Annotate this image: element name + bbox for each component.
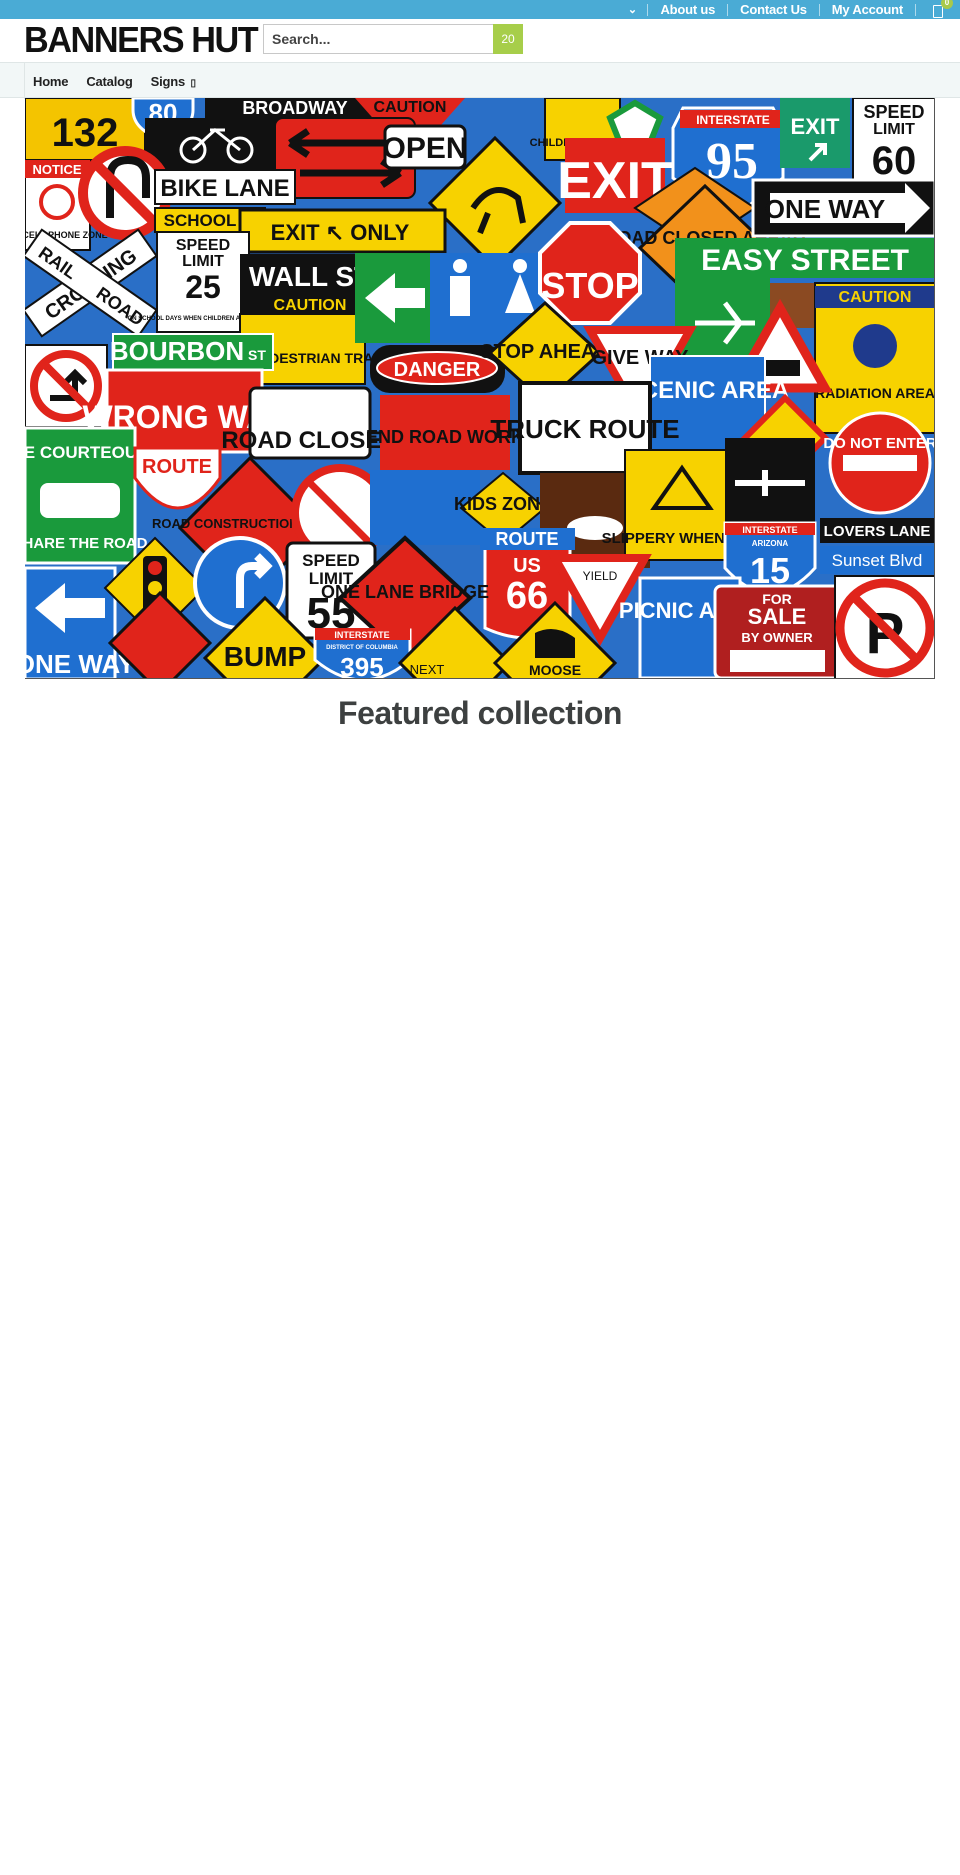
chevron-down-icon[interactable]: ⌄	[623, 3, 647, 16]
sign-stop-ahead: STOP AHEAD	[480, 341, 610, 363]
sign-radiation: RADIATION AREA	[815, 385, 935, 401]
nav-item-home[interactable]: Home	[33, 74, 69, 89]
cart-button[interactable]: 0	[916, 0, 960, 19]
sign-danger: DANGER	[394, 359, 481, 381]
nav-item-catalog[interactable]: Catalog	[86, 74, 132, 89]
sign-route66-l2: US	[513, 555, 541, 577]
sign-speed55-l1: SPEED	[302, 551, 360, 570]
sign-speed60-l3: 60	[872, 139, 917, 183]
sign-stop: STOP	[541, 265, 638, 306]
sign-132: 132	[52, 111, 119, 155]
search-button-label: 20	[501, 32, 515, 46]
cart-count-badge: 0	[941, 0, 953, 9]
sign-exit-only: EXIT ↖ ONLY	[271, 220, 410, 245]
nav-items: Home Catalog Signs ▯	[24, 63, 214, 99]
sign-speed25-l3: 25	[185, 269, 221, 305]
contact-us-link[interactable]: Contact Us	[728, 2, 819, 17]
sign-one-way-top: ONE WAY	[765, 194, 885, 224]
sign-sunset: Sunset Blvd	[832, 551, 923, 570]
sign-caution-right: CAUTION	[839, 289, 912, 306]
sign-kids-zone: KIDS ZONE	[454, 494, 552, 514]
my-account-link[interactable]: My Account	[820, 2, 915, 17]
top-utility-bar: ⌄ About us Contact Us My Account 0	[0, 0, 960, 19]
main-nav: Home Catalog Signs ▯	[0, 62, 960, 99]
sign-speed25-l2: LIMIT	[182, 253, 224, 270]
search-button[interactable]: 20	[493, 24, 523, 54]
sign-for-sale-l3: BY OWNER	[741, 630, 813, 645]
hero-banner-image[interactable]: 132 80 BROADWAY CAUTION CHILDREN AT PLAY…	[25, 98, 935, 679]
sign-for-sale-l2: SALE	[748, 604, 807, 629]
sign-school: SCHOOL	[164, 211, 237, 230]
sign-bourbon: BOURBON	[110, 336, 244, 366]
sign-lovers-lane: LOVERS LANE	[824, 523, 931, 540]
sign-speed60-l2: LIMIT	[873, 121, 915, 138]
search-input[interactable]	[263, 24, 493, 54]
sign-interstate-15-label: INTERSTATE	[742, 525, 797, 535]
sign-route66-l3: 66	[506, 575, 548, 617]
featured-collection-title: Featured collection	[338, 695, 622, 731]
sign-bourbon-st: ST	[248, 347, 266, 363]
sign-speed25-l1: SPEED	[176, 237, 230, 254]
about-us-link[interactable]: About us	[648, 2, 727, 17]
sign-moose: MOOSE	[529, 662, 581, 678]
sign-yield: YIELD	[583, 569, 618, 583]
sign-395: 395	[340, 652, 383, 679]
sign-route66-l1: ROUTE	[496, 529, 559, 549]
sign-be-courteous: BE COURTEOUS	[25, 443, 148, 462]
dropdown-caret-icon: ▯	[190, 77, 196, 89]
nav-item-signs-label: Signs	[150, 73, 186, 89]
sign-caution-mid: CAUTION	[274, 297, 347, 314]
nav-item-signs[interactable]: Signs ▯	[151, 74, 196, 89]
sign-truck-route: TRUCK ROUTE	[490, 414, 679, 444]
sign-interstate-95-label: INTERSTATE	[696, 113, 770, 127]
sign-next: NEXT	[410, 662, 445, 677]
sign-i395-dc: DISTRICT OF COLUMBIA	[326, 645, 398, 651]
sign-arizona: ARIZONA	[752, 539, 789, 548]
sign-exit-small: EXIT	[791, 114, 840, 139]
sign-bike-lane: BIKE LANE	[160, 175, 289, 202]
sign-speed60-l1: SPEED	[863, 102, 924, 122]
road-signs-collage: 132 80 BROADWAY CAUTION CHILDREN AT PLAY…	[25, 98, 935, 679]
sign-i395-label: INTERSTATE	[334, 630, 389, 640]
sign-open: OPEN	[382, 132, 467, 165]
sign-do-not-enter: DO NOT ENTER	[823, 435, 935, 452]
sign-easy-street: EASY STREET	[701, 244, 909, 277]
search-bar: 20	[263, 24, 523, 54]
site-logo[interactable]: BANNERS HUT	[24, 20, 259, 60]
sign-route-red: ROUTE	[142, 456, 212, 478]
top-links: ⌄ About us Contact Us My Account 0	[623, 0, 960, 19]
sign-notice: NOTICE	[32, 162, 81, 177]
sign-wall-st: WALL ST	[249, 261, 371, 292]
sign-bump: BUMP	[224, 641, 306, 672]
sign-one-lane-bridge: ONE LANE BRIDGE	[321, 582, 489, 602]
sign-share-the-road: SHARE THE ROAD	[25, 535, 148, 552]
